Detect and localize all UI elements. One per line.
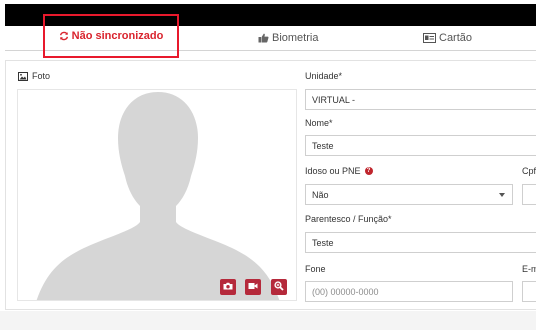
chevron-down-icon (499, 193, 505, 197)
cpf-label: Cpf (522, 166, 536, 176)
unidade-value: VIRTUAL - (312, 94, 356, 105)
idoso-label-text: Idoso ou PNE (305, 166, 361, 176)
tab-card-label: Cartão (439, 32, 473, 44)
parentesco-value: Teste (312, 237, 334, 248)
parentesco-label: Parentesco / Função* (305, 214, 392, 224)
image-icon (18, 71, 28, 81)
tab-card[interactable]: Cartão (423, 26, 472, 50)
cpf-field[interactable] (522, 184, 536, 205)
fone-label: Fone (305, 264, 326, 274)
id-card-icon (423, 33, 436, 43)
zoom-icon (274, 281, 284, 293)
email-field[interactable] (522, 281, 536, 302)
zoom-button[interactable] (271, 279, 287, 295)
idoso-label: Idoso ou PNE ? (305, 166, 373, 176)
photo-label-text: Foto (32, 71, 51, 81)
bottom-area (0, 311, 536, 330)
nome-field[interactable]: Teste (305, 135, 536, 156)
tab-not-synced[interactable]: Não sincronizado (43, 14, 179, 58)
thumbs-up-icon (258, 33, 269, 43)
nome-value: Teste (312, 140, 334, 151)
video-button[interactable] (245, 279, 261, 295)
camera-button[interactable] (220, 279, 236, 295)
idoso-selected-value: Não (312, 189, 329, 200)
unidade-field[interactable]: VIRTUAL - (305, 89, 536, 110)
photo-placeholder[interactable] (17, 89, 297, 301)
unidade-label: Unidade* (305, 71, 343, 81)
idoso-select[interactable]: Não (305, 184, 513, 205)
tab-bar: Não sincronizado Biometria Cartão (5, 14, 536, 58)
video-camera-icon (248, 282, 258, 292)
fone-placeholder: (00) 00000-0000 (312, 286, 379, 297)
sync-icon (59, 31, 69, 41)
person-silhouette-icon (36, 92, 280, 300)
photo-label: Foto (18, 71, 50, 81)
tab-biometrics[interactable]: Biometria (258, 26, 318, 50)
info-icon[interactable]: ? (364, 167, 373, 175)
parentesco-field[interactable]: Teste (305, 232, 536, 253)
camera-icon (223, 282, 233, 292)
fone-field[interactable]: (00) 00000-0000 (305, 281, 513, 302)
tab-biometrics-label: Biometria (272, 32, 319, 44)
tab-not-synced-label: Não sincronizado (71, 30, 164, 42)
email-label: E-m (522, 264, 536, 274)
nome-label: Nome* (305, 118, 333, 128)
